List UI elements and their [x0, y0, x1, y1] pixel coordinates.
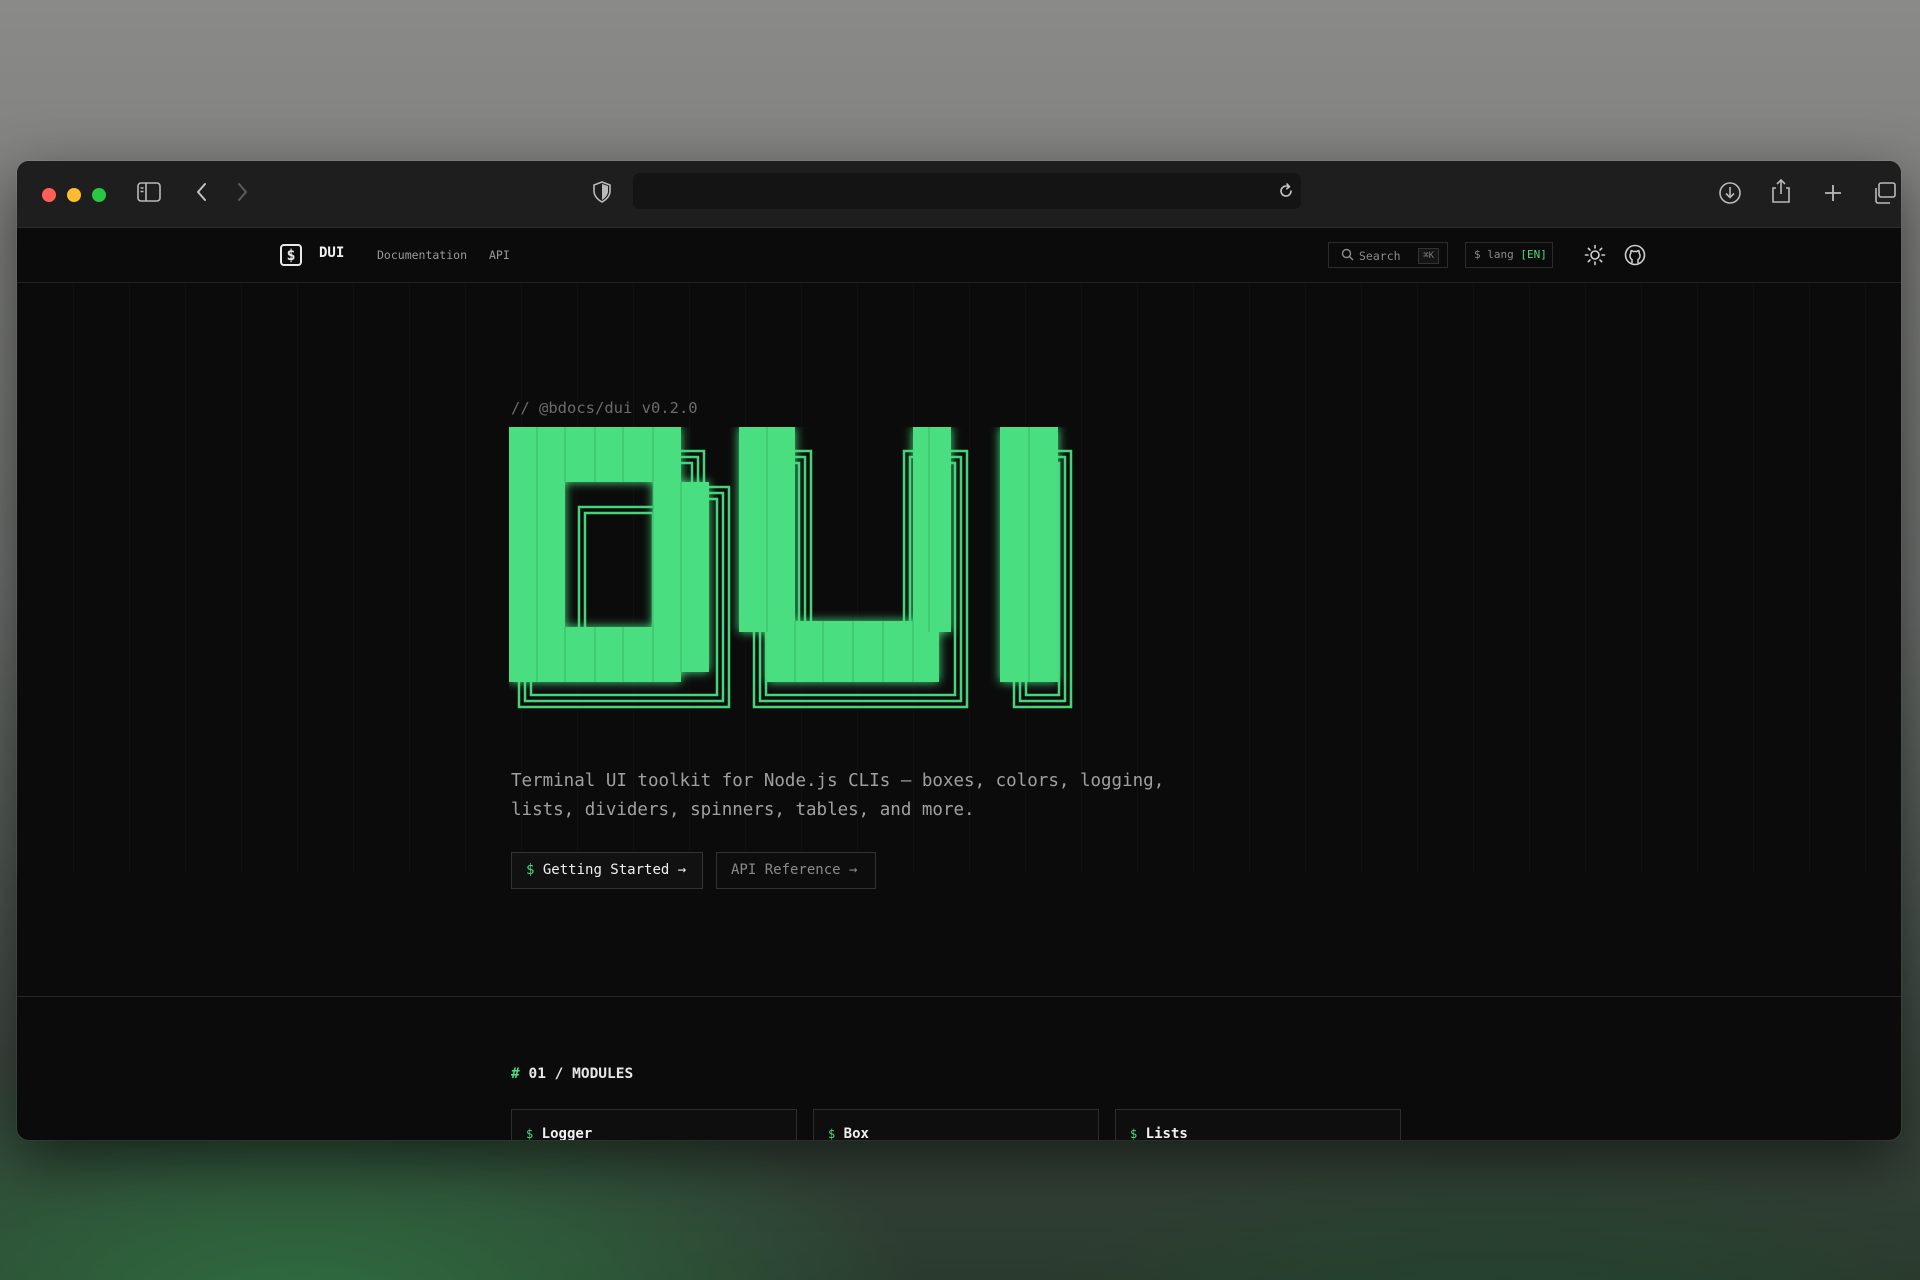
- maximize-window-button[interactable]: [92, 188, 106, 202]
- logo-icon[interactable]: $: [280, 244, 302, 266]
- lang-prefix: $ lang: [1474, 248, 1514, 261]
- dui-ascii-logo: [509, 427, 1073, 709]
- getting-started-button[interactable]: $ Getting Started →: [511, 852, 703, 889]
- prompt-symbol: $: [526, 862, 535, 878]
- github-icon[interactable]: [1624, 244, 1646, 266]
- tabs-overview-icon[interactable]: [1873, 181, 1897, 205]
- language-switcher[interactable]: $ lang [EN]: [1465, 242, 1553, 268]
- module-card-label: $ Logger: [526, 1126, 592, 1140]
- hero-section: // @bdocs/dui v0.2.0 Terminal UI toolkit…: [17, 282, 1901, 889]
- sun-icon[interactable]: [1584, 244, 1606, 266]
- heading-hash: #: [511, 1066, 520, 1082]
- hero-tagline: Terminal UI toolkit for Node.js CLIs — b…: [511, 771, 1165, 820]
- address-bar[interactable]: [633, 173, 1301, 209]
- brand-name[interactable]: DUI: [319, 245, 344, 261]
- forward-icon[interactable]: [235, 182, 249, 202]
- module-name: Box: [843, 1126, 869, 1140]
- module-card-logger[interactable]: $ Logger: [511, 1109, 797, 1140]
- new-tab-icon[interactable]: [1823, 183, 1843, 203]
- module-name: Lists: [1145, 1126, 1188, 1140]
- site-header: $ DUI Documentation API Search ⌘K $ lang…: [17, 227, 1901, 283]
- search-shortcut: ⌘K: [1418, 248, 1439, 264]
- prompt-symbol: $: [526, 1127, 534, 1140]
- modules-heading: # 01 / MODULES: [511, 1066, 633, 1082]
- download-icon[interactable]: [1718, 181, 1742, 205]
- search-icon: [1341, 248, 1354, 261]
- browser-toolbar: [17, 161, 1901, 228]
- module-card-label: $ Lists: [1130, 1126, 1188, 1140]
- module-card-lists[interactable]: $ Lists: [1115, 1109, 1401, 1140]
- section-divider: [17, 996, 1901, 997]
- sidebar-icon[interactable]: [137, 182, 161, 202]
- module-card-box[interactable]: $ Box: [813, 1109, 1099, 1140]
- package-version: // @bdocs/dui v0.2.0: [511, 399, 698, 417]
- share-icon[interactable]: [1770, 178, 1792, 204]
- shield-icon[interactable]: [592, 181, 612, 203]
- getting-started-label: Getting Started →: [542, 862, 687, 878]
- module-card-label: $ Box: [828, 1126, 869, 1140]
- search-label: Search: [1359, 249, 1401, 263]
- minimize-window-button[interactable]: [67, 188, 81, 202]
- browser-window: $ DUI Documentation API Search ⌘K $ lang…: [17, 161, 1901, 1140]
- close-window-button[interactable]: [42, 188, 56, 202]
- prompt-symbol: $: [1130, 1127, 1138, 1140]
- prompt-symbol: $: [828, 1127, 836, 1140]
- api-reference-label: API Reference →: [731, 862, 858, 878]
- api-reference-button[interactable]: API Reference →: [716, 852, 876, 889]
- modules-heading-text: 01 / MODULES: [528, 1066, 634, 1082]
- search-button[interactable]: Search ⌘K: [1328, 242, 1448, 268]
- nav-link-api[interactable]: API: [489, 248, 510, 262]
- back-icon[interactable]: [195, 182, 209, 202]
- reload-icon[interactable]: [1277, 182, 1295, 200]
- module-name: Logger: [541, 1126, 593, 1140]
- lang-value: [EN]: [1520, 248, 1547, 261]
- nav-link-documentation[interactable]: Documentation: [377, 248, 467, 262]
